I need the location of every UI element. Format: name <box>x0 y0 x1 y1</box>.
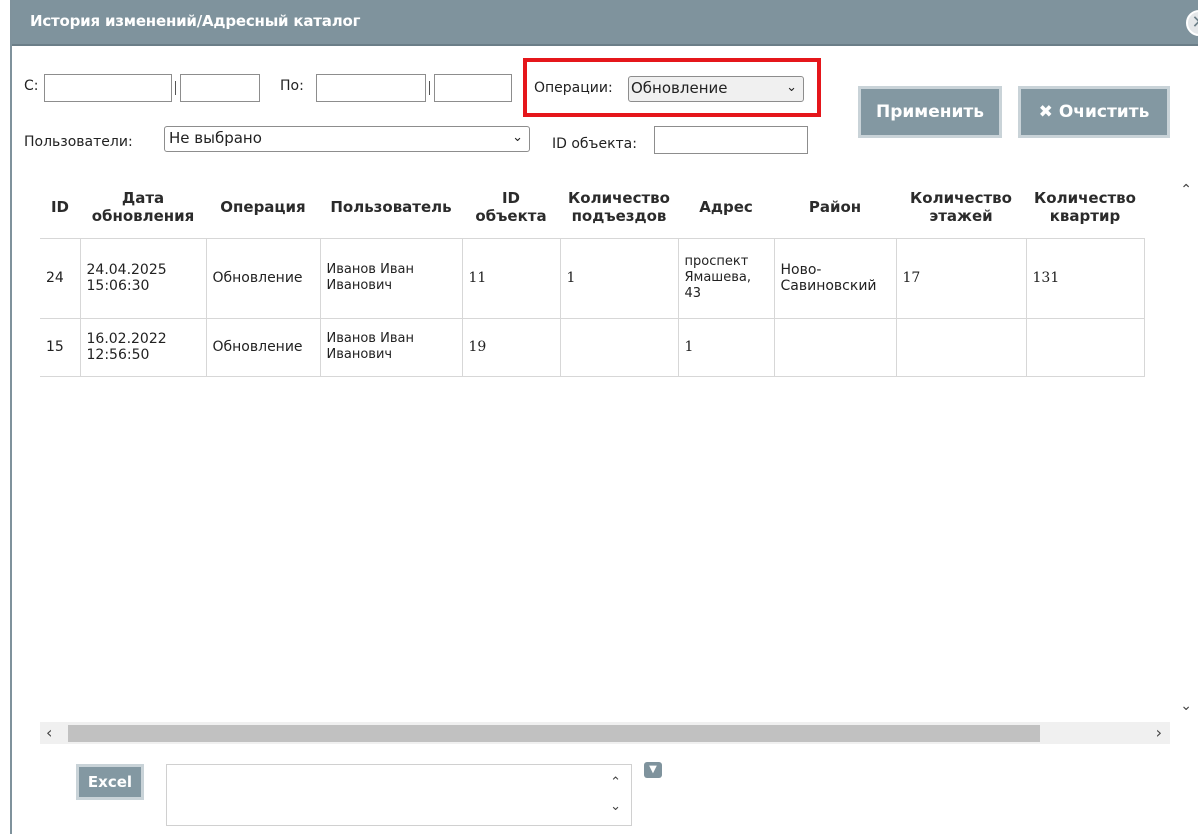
object-id-input[interactable] <box>654 126 808 154</box>
cell-object-id: 19 <box>462 317 561 377</box>
to-date-input[interactable] <box>316 74 426 102</box>
apply-button[interactable]: Применить <box>858 86 1002 138</box>
table-header-row: ID Дата обновления Операция Пользователь… <box>40 176 1144 238</box>
header-date[interactable]: Дата обновления <box>80 176 206 238</box>
cell-district <box>774 317 897 377</box>
cell-floors <box>896 317 1027 377</box>
operations-highlight-box <box>523 58 821 117</box>
scroll-up-icon[interactable]: ⌃ <box>1180 182 1192 198</box>
scroll-down-icon[interactable]: ⌄ <box>1180 698 1192 714</box>
history-grid: ID Дата обновления Операция Пользователь… <box>40 176 1190 744</box>
cell-address: 1 <box>678 317 775 377</box>
users-select-value: Не выбрано <box>169 129 262 147</box>
scroll-left-icon[interactable]: ‹ <box>46 723 52 742</box>
users-select[interactable]: Не выбрано ⌄ <box>164 126 530 152</box>
header-operation[interactable]: Операция <box>206 176 320 238</box>
cell-date: 16.02.2022 12:56:50 <box>80 317 207 377</box>
clear-button[interactable]: ✖ Очистить <box>1018 86 1170 138</box>
header-object-id[interactable]: ID объекта <box>462 176 560 238</box>
horizontal-scrollbar[interactable]: ‹ › <box>40 722 1170 744</box>
to-label: По: <box>280 78 304 94</box>
scroll-up-icon[interactable]: ⌃ <box>610 775 621 790</box>
scroll-right-icon[interactable]: › <box>1156 723 1162 742</box>
chevron-down-icon: ⌄ <box>512 130 523 145</box>
cell-entrances <box>560 317 679 377</box>
dropdown-icon[interactable]: ▼ <box>644 762 662 778</box>
object-id-label: ID объекта: <box>552 136 637 152</box>
title-bar: История изменений/Адресный каталог ✕ <box>12 0 1198 46</box>
cell-operation: Обновление <box>206 317 321 377</box>
cell-id: 24 <box>40 237 81 318</box>
cell-floors: 17 <box>896 237 1027 318</box>
from-date-input[interactable] <box>44 74 172 102</box>
users-label: Пользователи: <box>24 134 133 150</box>
from-separator <box>175 81 176 95</box>
from-label: С: <box>24 78 39 94</box>
from-time-input[interactable] <box>180 74 260 102</box>
scroll-down-icon[interactable]: ⌄ <box>610 799 621 814</box>
cell-apartments <box>1026 317 1145 377</box>
excel-button[interactable]: Excel <box>76 764 144 800</box>
header-district[interactable]: Район <box>774 176 896 238</box>
cell-apartments: 131 <box>1026 237 1145 318</box>
header-entrances[interactable]: Количество подъездов <box>560 176 678 238</box>
cell-id: 15 <box>40 317 81 377</box>
cell-object-id: 11 <box>462 237 561 318</box>
cell-user: Иванов Иван Иванович <box>320 317 463 377</box>
cell-entrances: 1 <box>560 237 679 318</box>
info-textarea[interactable]: ⌃ ⌄ <box>166 764 632 826</box>
table-row[interactable]: 15 16.02.2022 12:56:50 Обновление Иванов… <box>40 317 1145 377</box>
cell-address: проспект Ямашева, 43 <box>678 237 775 318</box>
history-table: ID Дата обновления Операция Пользователь… <box>40 176 1145 377</box>
cell-district: Ново-Савиновский <box>774 237 897 318</box>
cell-date: 24.04.2025 15:06:30 <box>80 237 207 318</box>
header-address[interactable]: Адрес <box>678 176 774 238</box>
header-user[interactable]: Пользователь <box>320 176 462 238</box>
close-icon[interactable]: ✕ <box>1186 10 1198 36</box>
cell-user: Иванов Иван Иванович <box>320 237 463 318</box>
to-time-input[interactable] <box>434 74 512 102</box>
dialog-title: История изменений/Адресный каталог <box>30 12 361 30</box>
header-floors[interactable]: Количество этажей <box>896 176 1026 238</box>
header-id[interactable]: ID <box>40 176 80 238</box>
header-apartments[interactable]: Количество квартир <box>1026 176 1144 238</box>
cell-operation: Обновление <box>206 237 321 318</box>
table-row[interactable]: 24 24.04.2025 15:06:30 Обновление Иванов… <box>40 237 1145 318</box>
to-separator <box>429 81 430 95</box>
history-dialog: История изменений/Адресный каталог ✕ С: … <box>10 0 1198 834</box>
scrollbar-thumb[interactable] <box>68 725 1040 742</box>
